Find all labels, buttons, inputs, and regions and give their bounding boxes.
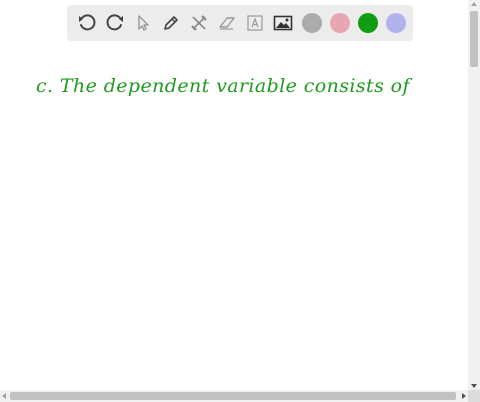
pen-icon [164,16,178,30]
scrollbar-corner [468,390,480,402]
color-swatch-green[interactable] [358,13,378,33]
vertical-scrollbar[interactable] [468,0,480,390]
image-tool-button[interactable] [270,10,296,36]
color-swatch-pink[interactable] [330,13,350,33]
drawing-toolbar [67,5,413,41]
horizontal-scroll-thumb[interactable] [10,392,456,400]
scroll-left-arrow-icon[interactable] [2,393,6,399]
scroll-down-arrow-icon[interactable] [471,384,477,388]
color-swatch-gray[interactable] [302,13,322,33]
handwritten-note: c. The dependent variable consists of [36,75,410,97]
undo-button[interactable] [74,10,100,36]
undo-icon [79,14,96,31]
image-icon [273,15,293,31]
tools-icon [191,15,207,31]
text-icon [247,15,263,31]
tools-button[interactable] [186,10,212,36]
scroll-up-arrow-icon[interactable] [471,2,477,6]
redo-icon [106,14,123,31]
color-swatch-lavender[interactable] [386,13,406,33]
text-tool-button[interactable] [242,10,268,36]
pointer-icon [138,15,149,31]
redo-button[interactable] [102,10,128,36]
eraser-tool-button[interactable] [214,10,240,36]
select-tool-button[interactable] [130,10,156,36]
eraser-icon [219,17,235,30]
horizontal-scrollbar[interactable] [0,390,468,402]
vertical-scroll-thumb[interactable] [470,11,478,67]
whiteboard-canvas[interactable]: c. The dependent variable consists of [0,0,468,390]
pen-tool-button[interactable] [158,10,184,36]
scroll-right-arrow-icon[interactable] [462,393,466,399]
